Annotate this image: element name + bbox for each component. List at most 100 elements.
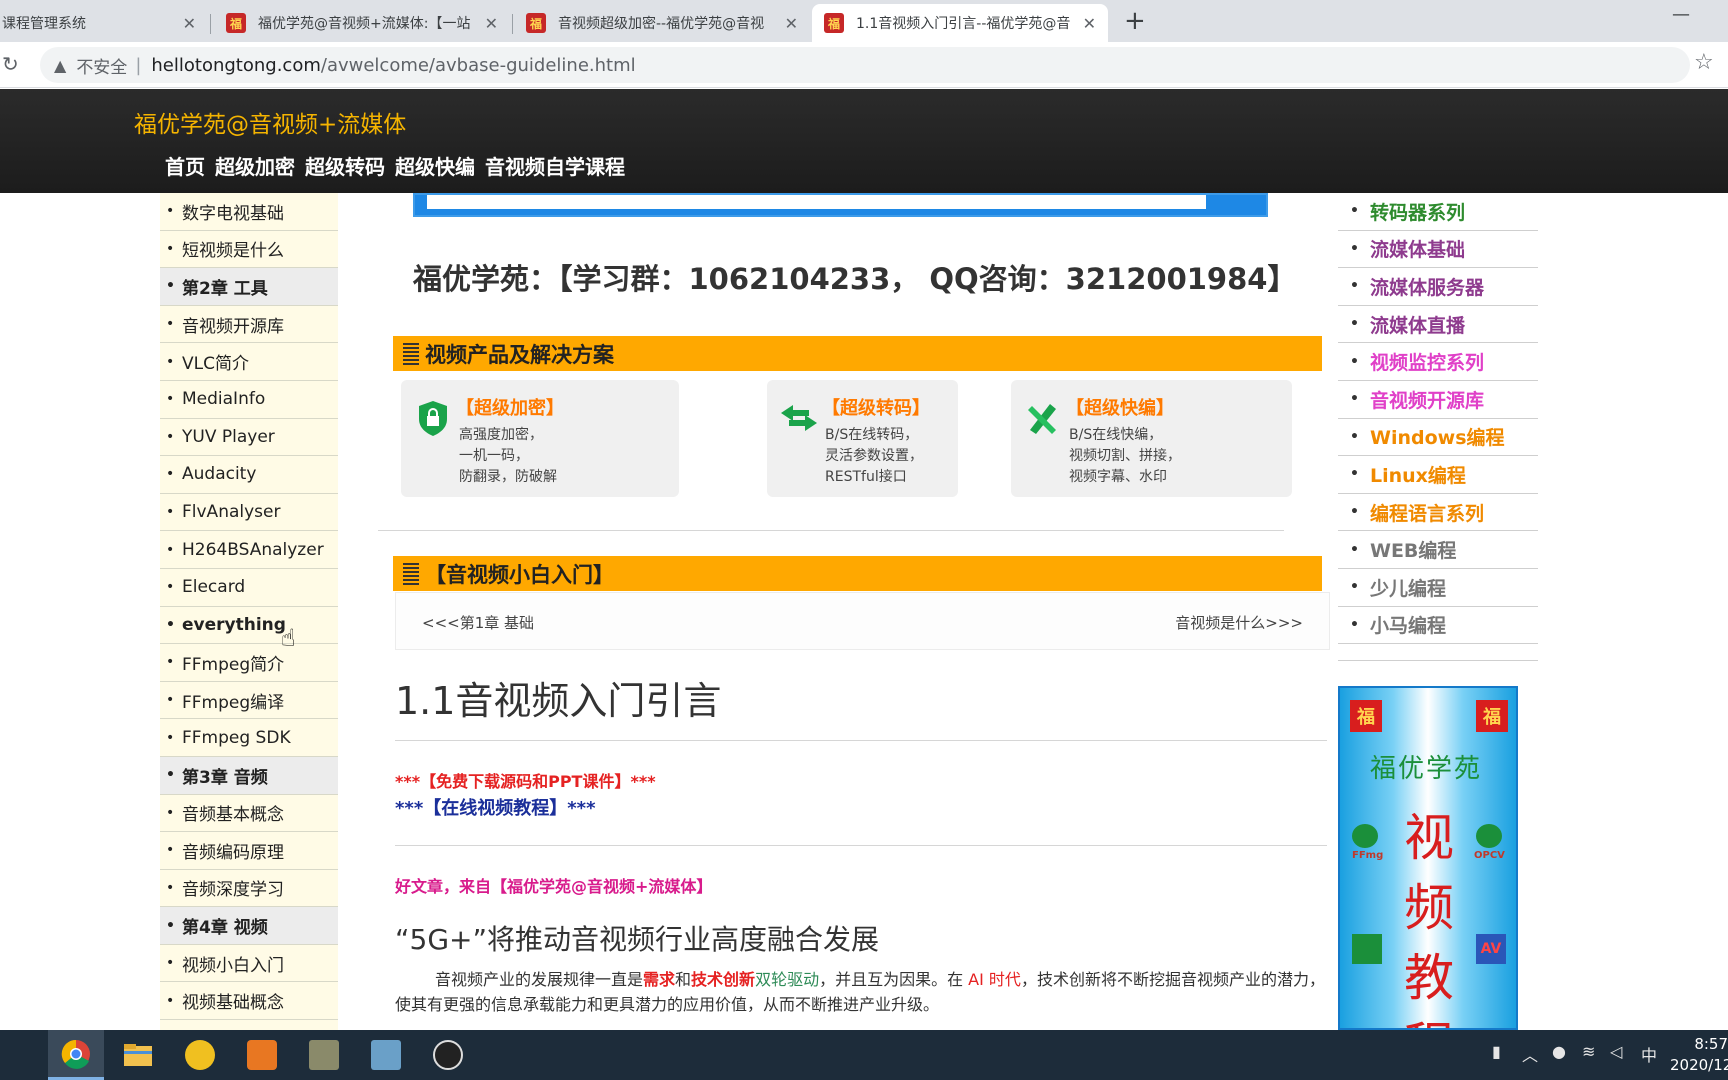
right-sidebar-link[interactable]: • Linux编程 (1338, 456, 1538, 494)
url-input[interactable]: ▲ 不安全 | hellotongtong.com /avwelcome/avb… (40, 47, 1690, 83)
network-tool-icon[interactable] (358, 1030, 414, 1080)
sidebar-label: H264BSAnalyzer (182, 539, 324, 560)
ime-indicator[interactable]: 中 (1641, 1042, 1657, 1066)
close-icon[interactable]: ✕ (485, 14, 498, 33)
tab-course-admin[interactable]: 课程管理系统 ✕ (0, 4, 208, 42)
right-sidebar-link[interactable]: • 音视频开源库 (1338, 381, 1538, 419)
close-icon[interactable]: ✕ (785, 14, 798, 33)
java-icon[interactable] (234, 1030, 290, 1080)
chevron-up-icon[interactable]: ︿ (1522, 1042, 1538, 1066)
nav-self-study[interactable]: 音视频自学课程 (485, 151, 625, 180)
right-sidebar-link[interactable]: • 少儿编程 (1338, 569, 1538, 607)
sidebar-link[interactable]: • FFmpeg SDK (160, 719, 338, 757)
sidebar-link[interactable]: • 音频编码原理 (160, 832, 338, 870)
product-title[interactable]: 【超级加密】 (456, 394, 564, 420)
ad-char: 频 (1404, 879, 1454, 937)
main-nav: 首页 超级加密 超级转码 超级快编 音视频自学课程 (165, 151, 625, 180)
sidebar-link[interactable]: • H264BSAnalyzer (160, 531, 338, 569)
section-title: 视频产品及解决方案 (425, 342, 614, 367)
tab-fuyou-home[interactable]: 福 福优学苑@音视频+流媒体:【一站 ✕ (214, 4, 510, 42)
nav-home[interactable]: 首页 (165, 151, 205, 180)
sidebar-link[interactable]: •音视频封装 (160, 1020, 338, 1030)
right-sidebar-link[interactable]: • 视频监控系列 (1338, 343, 1538, 381)
right-sidebar-link[interactable]: • 流媒体直播 (1338, 306, 1538, 344)
product-title[interactable]: 【超级转码】 (822, 394, 930, 420)
right-sidebar-link[interactable]: • 转码器系列 (1338, 193, 1538, 231)
chrome-icon[interactable] (48, 1030, 104, 1080)
online-course-link[interactable]: 【在线视频教程】 (423, 798, 567, 819)
right-sidebar-link[interactable]: • 流媒体服务器 (1338, 268, 1538, 306)
swap-arrows-icon (779, 398, 819, 438)
right-sidebar-link[interactable]: • WEB编程 (1338, 531, 1538, 569)
clock-time: 8:57 (1694, 1035, 1728, 1053)
new-tab-button[interactable]: + (1124, 6, 1146, 36)
right-sidebar-link[interactable]: • 流媒体基础 (1338, 231, 1538, 269)
stars: *** (567, 798, 596, 819)
wifi-icon[interactable]: ≋ (1582, 1042, 1595, 1061)
nav-super-transcode[interactable]: 超级转码 (305, 151, 385, 180)
sidebar-link[interactable]: • VLC简介 (160, 343, 338, 381)
video-course-ad[interactable]: 福 福 福优学苑 视 频 教 程 FFmg OPCV AV (1338, 686, 1518, 1030)
sidebar-link[interactable]: • YUV Player (160, 418, 338, 457)
sidebar-link[interactable]: • FlvAnalyser (160, 493, 338, 532)
bullet-icon: • (166, 579, 175, 596)
bullet-icon: • (166, 729, 175, 746)
bookmark-star-icon[interactable]: ☆ (1694, 50, 1714, 75)
tab-title: 课程管理系统 (2, 16, 86, 32)
sidebar-link[interactable]: • Audacity (160, 456, 338, 494)
close-icon[interactable]: ✕ (183, 14, 196, 33)
product-card-transcode[interactable]: 【超级转码】 B/S在线转码， 灵活参数设置， RESTful接口 (767, 380, 958, 497)
not-secure-label[interactable]: 不安全 (76, 53, 127, 78)
start-button[interactable] (0, 1030, 16, 1080)
sidebar-link[interactable]: • 音视频开源库 (160, 305, 338, 344)
top-banner-image (413, 193, 1268, 217)
reload-icon[interactable]: ↻ (2, 52, 19, 76)
sidebar-label: YUV Player (182, 426, 275, 447)
obs-icon[interactable] (420, 1030, 476, 1080)
product-desc: RESTful接口 (825, 469, 907, 485)
site-brand[interactable]: 福优学苑@音视频+流媒体 (134, 105, 406, 139)
warning-icon[interactable]: ▲ (54, 56, 66, 75)
sidebar-link[interactable]: • Elecard (160, 568, 338, 607)
prev-article-link[interactable]: <<<第1章 基础 (422, 612, 534, 633)
battery-icon[interactable]: ▮ (1492, 1042, 1501, 1061)
everything-icon[interactable] (172, 1030, 228, 1080)
tab-super-encrypt[interactable]: 福 音视频超级加密--福优学苑@音视 ✕ (514, 4, 810, 42)
volume-icon[interactable]: ◁ (1610, 1042, 1622, 1061)
sidebar-link[interactable]: • FFmpeg编译 (160, 681, 338, 720)
sidebar-link[interactable]: • 视频基础概念 (160, 982, 338, 1021)
bullet-icon: • (166, 353, 175, 370)
next-article-link[interactable]: 音视频是什么>>> (1175, 612, 1303, 633)
file-explorer-icon[interactable] (110, 1030, 166, 1080)
qq-icon[interactable]: ● (1552, 1042, 1566, 1061)
tab-separator (210, 14, 211, 34)
calculator-icon[interactable] (296, 1030, 352, 1080)
close-icon[interactable]: ✕ (1083, 14, 1096, 33)
sidebar-link[interactable]: • MediaInfo (160, 380, 338, 419)
nav-super-edit[interactable]: 超级快编 (395, 151, 475, 180)
right-sidebar-link[interactable]: • 小马编程 (1338, 607, 1538, 645)
product-title[interactable]: 【超级快编】 (1066, 394, 1174, 420)
right-sidebar-link[interactable]: • Windows编程 (1338, 419, 1538, 457)
sidebar-label: FlvAnalyser (182, 502, 281, 523)
fu-badge-icon: 福 (1350, 700, 1382, 732)
product-card-quick-edit[interactable]: 【超级快编】 B/S在线快编， 视频切割、拼接， 视频字幕、水印 (1011, 380, 1292, 497)
sidebar-link[interactable]: • FFmpeg简介 (160, 644, 338, 682)
sidebar-link[interactable]: • 数字电视基础 (160, 193, 338, 231)
sidebar-label: 视频小白入门 (182, 955, 284, 976)
sidebar-link[interactable]: • 音频基本概念 (160, 794, 338, 833)
right-sidebar-link[interactable]: • 编程语言系列 (1338, 494, 1538, 532)
article-pager: <<<第1章 基础 音视频是什么>>> (395, 592, 1330, 650)
free-download-link[interactable]: ***【免费下载源码和PPT课件】*** (395, 768, 656, 792)
pencil-ruler-icon (1023, 398, 1063, 438)
minimize-icon[interactable]: — (1672, 4, 1690, 25)
tab-av-intro[interactable]: 福 1.1音视频入门引言--福优学苑@音 ✕ (812, 4, 1108, 42)
clock[interactable]: 8:57 2020/12 (1670, 1034, 1728, 1076)
sidebar-link[interactable]: • 音频深度学习 (160, 869, 338, 908)
section-marker-icon (403, 342, 419, 365)
sidebar-link[interactable]: • 短视频是什么 (160, 230, 338, 269)
sidebar-link[interactable]: • everything (160, 606, 338, 645)
sidebar-link[interactable]: • 视频小白入门 (160, 944, 338, 983)
nav-super-encrypt[interactable]: 超级加密 (215, 151, 295, 180)
product-card-encrypt[interactable]: 【超级加密】 高强度加密， 一机一码， 防翻录，防破解 (401, 380, 679, 497)
